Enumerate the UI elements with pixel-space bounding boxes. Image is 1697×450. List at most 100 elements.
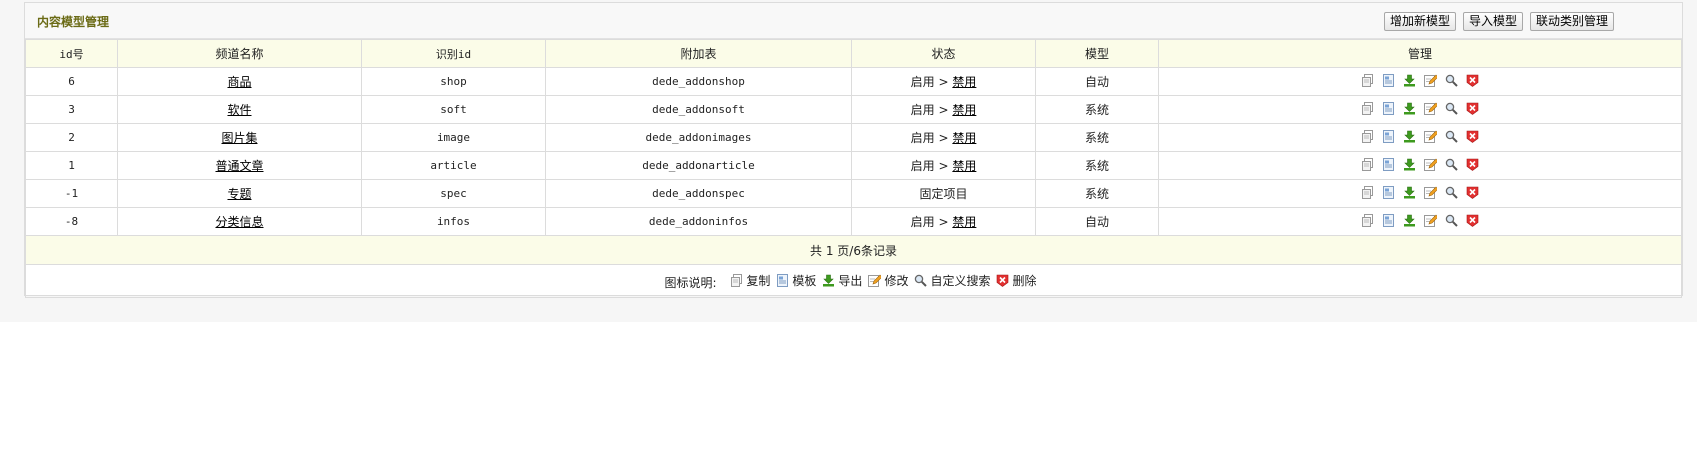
linkage-category-button[interactable]: 联动类别管理 <box>1529 12 1614 31</box>
export-icon <box>822 274 835 287</box>
cell-id: 2 <box>25 123 118 152</box>
legend-item: 复制 <box>730 272 770 289</box>
import-model-button[interactable]: 导入模型 <box>1462 12 1523 31</box>
template-icon <box>776 273 789 287</box>
export-icon[interactable] <box>1403 74 1416 87</box>
cell-actions <box>1158 123 1682 152</box>
cell-name: 专题 <box>117 179 362 208</box>
template-icon[interactable] <box>1382 129 1395 143</box>
channel-name-link[interactable]: 分类信息 <box>215 215 263 229</box>
disable-link[interactable]: 禁用 <box>952 215 976 229</box>
legend-item-label: 自定义搜索 <box>930 273 991 288</box>
channel-name-link[interactable]: 普通文章 <box>215 159 263 173</box>
search-icon[interactable] <box>1445 102 1458 115</box>
status-separator: > <box>938 131 949 145</box>
cell-addtable: dede_addonspec <box>545 179 852 208</box>
cell-id: -1 <box>25 179 118 208</box>
status-on: 启用 <box>910 103 935 117</box>
pager-row: 共 1 页/6条记录 <box>25 235 1682 265</box>
edit-icon[interactable] <box>1424 214 1437 227</box>
legend-item: 修改 <box>868 272 908 289</box>
channel-name-link[interactable]: 图片集 <box>221 131 257 145</box>
status-separator: > <box>938 103 949 117</box>
search-icon[interactable] <box>1445 214 1458 227</box>
cell-model: 自动 <box>1035 67 1159 96</box>
search-icon[interactable] <box>1445 130 1458 143</box>
delete-icon[interactable] <box>1466 158 1479 171</box>
cell-nid: spec <box>361 179 546 208</box>
cell-model: 系统 <box>1035 151 1159 180</box>
cell-addtable: dede_addonimages <box>545 123 852 152</box>
cell-status: 启用 > 禁用 <box>851 123 1036 152</box>
table-header-row: id号 频道名称 识别id 附加表 状态 模型 管理 <box>25 39 1682 68</box>
copy-icon[interactable] <box>1361 157 1374 171</box>
edit-icon[interactable] <box>1424 158 1437 171</box>
cell-nid: infos <box>361 207 546 236</box>
status-separator: > <box>938 159 949 173</box>
copy-icon[interactable] <box>1361 73 1374 87</box>
table-row: 2 图片集 image dede_addonimages 启用 > 禁用 系统 <box>25 123 1682 152</box>
disable-link[interactable]: 禁用 <box>952 75 976 89</box>
search-icon[interactable] <box>1445 158 1458 171</box>
cell-status: 启用 > 禁用 <box>851 207 1036 236</box>
channel-name-link[interactable]: 专题 <box>227 187 251 201</box>
delete-icon[interactable] <box>1466 214 1479 227</box>
export-icon[interactable] <box>1403 214 1416 227</box>
copy-icon[interactable] <box>1361 101 1374 115</box>
cell-name: 图片集 <box>117 123 362 152</box>
template-icon[interactable] <box>1382 73 1395 87</box>
copy-icon[interactable] <box>1361 185 1374 199</box>
export-icon[interactable] <box>1403 186 1416 199</box>
legend-item-label: 模板 <box>792 273 817 288</box>
disable-link[interactable]: 禁用 <box>952 159 976 173</box>
cell-id: -8 <box>25 207 118 236</box>
cell-status: 固定项目 <box>851 179 1036 208</box>
legend-item-label: 复制 <box>746 273 771 288</box>
cell-actions <box>1158 95 1682 124</box>
cell-id: 3 <box>25 95 118 124</box>
delete-icon[interactable] <box>1466 74 1479 87</box>
template-icon[interactable] <box>1382 213 1395 227</box>
search-icon[interactable] <box>1445 186 1458 199</box>
toolbar: 增加新模型 导入模型 联动类别管理 <box>1383 12 1614 31</box>
legend-item-label: 删除 <box>1012 273 1037 288</box>
disable-link[interactable]: 禁用 <box>952 131 976 145</box>
template-icon[interactable] <box>1382 157 1395 171</box>
channel-name-link[interactable]: 商品 <box>227 75 251 89</box>
template-icon[interactable] <box>1382 185 1395 199</box>
legend-label: 图标说明: <box>664 275 717 290</box>
copy-icon[interactable] <box>1361 129 1374 143</box>
search-icon[interactable] <box>1445 74 1458 87</box>
disable-link[interactable]: 禁用 <box>952 103 976 117</box>
template-icon[interactable] <box>1382 101 1395 115</box>
col-addtable: 附加表 <box>545 39 852 68</box>
pager-text: 共 1 页/6条记录 <box>25 235 1682 265</box>
cell-status: 启用 > 禁用 <box>851 95 1036 124</box>
col-model: 模型 <box>1035 39 1159 68</box>
export-icon[interactable] <box>1403 130 1416 143</box>
cell-addtable: dede_addonsoft <box>545 95 852 124</box>
channel-name-link[interactable]: 软件 <box>227 103 251 117</box>
content-box: 内容模型管理 增加新模型 导入模型 联动类别管理 id号 频道名称 识别id 附… <box>24 2 1683 298</box>
delete-icon[interactable] <box>1466 130 1479 143</box>
add-model-button[interactable]: 增加新模型 <box>1383 12 1456 31</box>
edit-icon[interactable] <box>1424 102 1437 115</box>
table-row: 3 软件 soft dede_addonsoft 启用 > 禁用 系统 <box>25 95 1682 124</box>
col-nid: 识别id <box>361 39 546 68</box>
export-icon[interactable] <box>1403 102 1416 115</box>
delete-icon[interactable] <box>1466 102 1479 115</box>
copy-icon[interactable] <box>1361 213 1374 227</box>
col-name: 频道名称 <box>117 39 362 68</box>
col-manage: 管理 <box>1158 39 1682 68</box>
edit-icon[interactable] <box>1424 74 1437 87</box>
cell-addtable: dede_addonshop <box>545 67 852 96</box>
export-icon[interactable] <box>1403 158 1416 171</box>
edit-icon[interactable] <box>1424 186 1437 199</box>
delete-icon[interactable] <box>1466 186 1479 199</box>
legend-item: 自定义搜索 <box>914 272 990 289</box>
table-row: -1 专题 spec dede_addonspec 固定项目 系统 <box>25 179 1682 208</box>
cell-name: 软件 <box>117 95 362 124</box>
cell-actions <box>1158 151 1682 180</box>
legend-item: 模板 <box>776 272 816 289</box>
edit-icon[interactable] <box>1424 130 1437 143</box>
